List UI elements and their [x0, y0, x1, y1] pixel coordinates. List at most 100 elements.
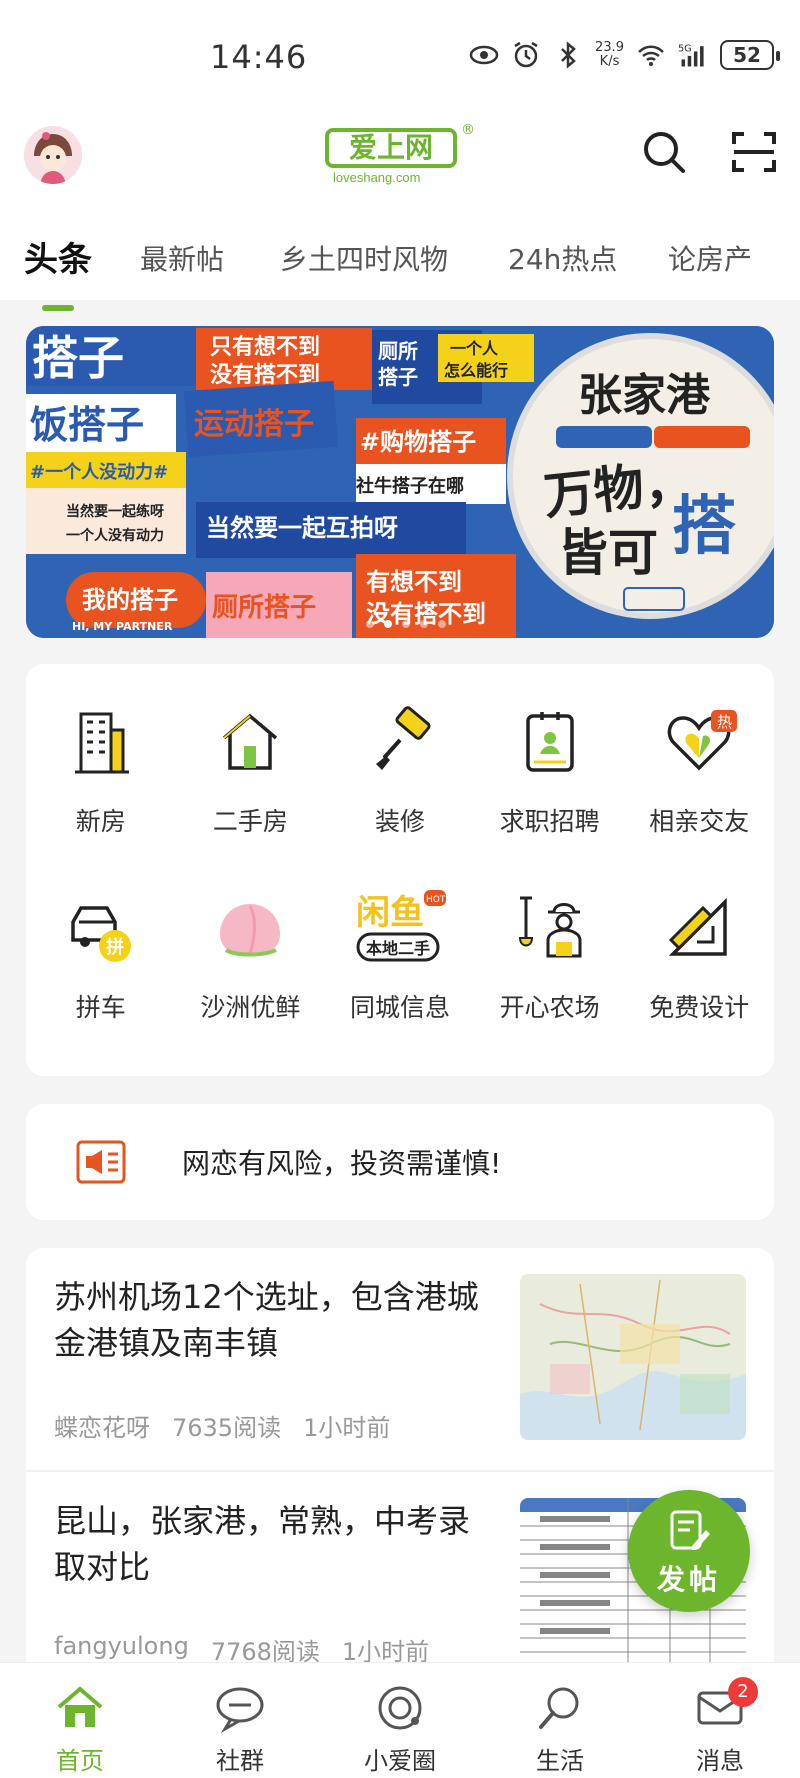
- farmer-icon: [518, 896, 582, 958]
- tab-real-estate[interactable]: 论房产: [668, 238, 752, 278]
- active-tab-indicator: [42, 305, 74, 311]
- grid-item-jobs[interactable]: 求职招聘: [475, 704, 625, 838]
- building-icon: [74, 712, 129, 774]
- post-reads: 7635阅读: [172, 1414, 282, 1442]
- svg-text:HOT: HOT: [426, 895, 446, 905]
- nav-life[interactable]: 生活: [480, 1663, 640, 1778]
- notice-bar[interactable]: 网恋有风险，投资需谨慎!: [26, 1104, 774, 1220]
- new-post-label: 发帖: [656, 1563, 721, 1596]
- svg-text:厕所: 厕所: [378, 339, 418, 363]
- bottom-navigation: 首页 社群 小爱圈 生活 消息 2: [0, 1662, 800, 1778]
- service-grid: 新房 二手房 装修 求职招聘 热 相亲交友 拼 拼车 沙洲优鲜 闲鱼 HOT 本地二…: [26, 704, 774, 1024]
- grid-item-renovation[interactable]: 装修: [325, 704, 475, 838]
- bluetooth-icon: [561, 41, 576, 69]
- grid-item-shazhou-fresh[interactable]: 沙洲优鲜: [176, 890, 326, 1024]
- post-thumbnail: [520, 1274, 746, 1440]
- grid-item-new-house[interactable]: 新房: [26, 704, 176, 838]
- svg-text:一个人没有动力: 一个人没有动力: [66, 527, 164, 544]
- svg-text:本地二手: 本地二手: [366, 939, 430, 958]
- nav-circle[interactable]: 小爱圈: [320, 1663, 480, 1778]
- carousel-dot[interactable]: [438, 620, 446, 628]
- svg-text:热: 热: [717, 713, 732, 731]
- chat-bubble-icon: [216, 1687, 264, 1734]
- grid-item-second-hand-house[interactable]: 二手房: [176, 704, 326, 838]
- eye-icon: [469, 45, 499, 65]
- svg-text:我的搭子: 我的搭子: [82, 586, 178, 614]
- svg-text:当然要一起互拍呀: 当然要一起互拍呀: [206, 514, 398, 542]
- carousel-dot[interactable]: [402, 620, 410, 628]
- feed-post[interactable]: 苏州机场12个选址，包含港城金港镇及南丰镇 蝶恋花呀 7635阅读 1小时前: [26, 1248, 774, 1472]
- app-logo: 爱上网 loveshang.com ®: [325, 122, 475, 188]
- svg-text:厕所搭子: 厕所搭子: [212, 593, 316, 623]
- svg-text:闲鱼: 闲鱼: [356, 893, 424, 933]
- svg-text:搭子: 搭子: [32, 331, 124, 385]
- svg-text:只有想不到: 只有想不到: [210, 334, 320, 360]
- tab-rural-seasons[interactable]: 乡土四时风物: [280, 238, 448, 278]
- grid-item-dating[interactable]: 热 相亲交友: [624, 704, 774, 838]
- orbit-icon: [378, 1686, 422, 1730]
- svg-text:当然要一起练呀: 当然要一起练呀: [66, 503, 164, 520]
- signal-icon: 5G: [678, 43, 704, 67]
- alarm-icon: [514, 41, 538, 68]
- banner-artwork: 搭子 只有想不到 没有搭不到 厕所 搭子 一个人 怎么能行 饭搭子 运动搭子 #…: [26, 326, 774, 638]
- post-title: 苏州机场12个选址，包含港城金港镇及南丰镇: [54, 1278, 479, 1362]
- logo-wordmark: 爱上网: [325, 128, 457, 168]
- xianyu-icon: 闲鱼 HOT 本地二手: [356, 890, 446, 962]
- nav-messages[interactable]: 消息 2: [640, 1663, 800, 1778]
- svg-text:运动搭子: 运动搭子: [194, 407, 314, 442]
- grid-item-carpool[interactable]: 拼 拼车: [26, 890, 176, 1024]
- svg-text:怎么能行: 怎么能行: [444, 361, 508, 380]
- status-bar: 14:46 23.9 K/s 5G 52: [0, 0, 800, 110]
- promo-banner[interactable]: 搭子 只有想不到 没有搭不到 厕所 搭子 一个人 怎么能行 饭搭子 运动搭子 #…: [26, 326, 774, 638]
- grid-item-free-design[interactable]: 免费设计: [624, 890, 774, 1024]
- avatar-image: [24, 126, 82, 184]
- post-title: 昆山，张家港，常熟，中考录取对比: [54, 1502, 471, 1586]
- nav-home[interactable]: 首页: [0, 1663, 160, 1778]
- unread-badge: 2: [728, 1677, 758, 1707]
- category-tabs: 头条 最新帖 乡土四时风物 24h热点 论房产: [0, 222, 800, 311]
- post-meta: 蝶恋花呀 7635阅读 1小时前: [54, 1408, 390, 1443]
- svg-text:社牛搭子在哪: 社牛搭子在哪: [356, 475, 464, 497]
- avatar[interactable]: [24, 126, 82, 184]
- grid-item-local-info[interactable]: 闲鱼 HOT 本地二手 同城信息: [325, 890, 475, 1024]
- app-header: 爱上网 loveshang.com ® 头条 最新帖 乡土四时风物 24h热点 …: [0, 110, 800, 311]
- network-speed: 23.9 K/s: [595, 40, 624, 69]
- svg-text:5G: 5G: [678, 43, 692, 54]
- carousel-dots: [366, 620, 446, 628]
- home-icon: [57, 1686, 103, 1727]
- carousel-dot[interactable]: [366, 620, 374, 628]
- ruler-icon: [668, 897, 727, 956]
- grid-item-happy-farm[interactable]: 开心农场: [475, 890, 625, 1024]
- new-post-button[interactable]: 发帖: [628, 1490, 750, 1612]
- tab-headlines[interactable]: 头条: [24, 232, 92, 311]
- post-author: 蝶恋花呀: [54, 1414, 150, 1442]
- wifi-icon: [638, 45, 664, 66]
- svg-text:#购物搭子: #购物搭子: [360, 428, 476, 456]
- svg-text:张家港: 张家港: [578, 370, 711, 421]
- svg-text:HI, MY PARTNER: HI, MY PARTNER: [72, 620, 173, 633]
- clock: 14:46: [210, 38, 308, 76]
- tab-24h-hot[interactable]: 24h热点: [508, 238, 617, 278]
- house-icon: [223, 713, 278, 770]
- carousel-dot[interactable]: [420, 620, 428, 628]
- compose-icon: [670, 1510, 710, 1550]
- map-thumbnail-image: [520, 1274, 746, 1440]
- svg-text:饭搭子: 饭搭子: [30, 403, 144, 447]
- tab-latest-posts[interactable]: 最新帖: [140, 238, 224, 278]
- logo-registered: ®: [461, 122, 475, 138]
- carousel-dot-active[interactable]: [384, 620, 392, 628]
- svg-text:搭子: 搭子: [378, 365, 418, 389]
- scan-icon[interactable]: [730, 128, 778, 176]
- heart-icon: 热: [667, 710, 738, 771]
- svg-text:有想不到: 有想不到: [366, 568, 462, 596]
- magnifier-icon: [539, 1687, 579, 1729]
- megaphone-icon: [76, 1140, 126, 1184]
- peach-icon: [220, 904, 281, 957]
- service-grid-card: 新房 二手房 装修 求职招聘 热 相亲交友 拼 拼车 沙洲优鲜 闲鱼 HOT 本地二…: [26, 664, 774, 1076]
- notice-text: 网恋有风险，投资需谨慎!: [182, 1147, 502, 1180]
- nav-community[interactable]: 社群: [160, 1663, 320, 1778]
- paint-roller-icon: [375, 706, 431, 770]
- status-icons: 23.9 K/s 5G 52: [469, 40, 780, 70]
- search-icon[interactable]: [640, 128, 688, 176]
- svg-text:#一个人没动力#: #一个人没动力#: [30, 461, 168, 483]
